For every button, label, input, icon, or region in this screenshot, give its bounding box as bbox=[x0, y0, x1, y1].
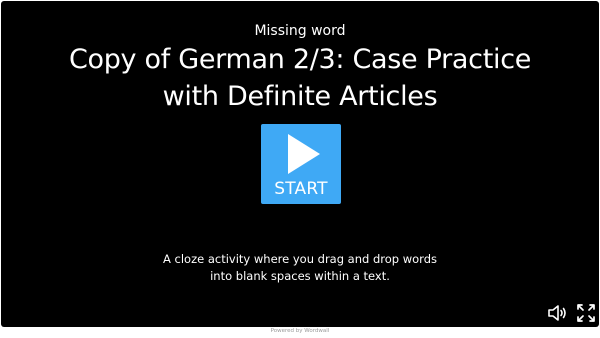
activity-description: A cloze activity where you drag and drop… bbox=[163, 252, 437, 283]
fullscreen-button[interactable] bbox=[575, 302, 597, 324]
activity-title: Copy of German 2/3: Case Practice with D… bbox=[68, 44, 532, 112]
activity-frame: Missing word Copy of German 2/3: Case Pr… bbox=[0, 0, 600, 338]
activity-stage: Missing word Copy of German 2/3: Case Pr… bbox=[1, 1, 599, 327]
fullscreen-icon bbox=[577, 304, 595, 322]
speaker-icon bbox=[548, 305, 566, 321]
audio-button[interactable] bbox=[546, 302, 568, 324]
start-label: START bbox=[274, 179, 328, 199]
footer-powered-by: Powered by Wordwall bbox=[270, 328, 330, 334]
start-button[interactable]: START bbox=[261, 124, 341, 204]
activity-type-label: Missing word bbox=[254, 23, 346, 39]
